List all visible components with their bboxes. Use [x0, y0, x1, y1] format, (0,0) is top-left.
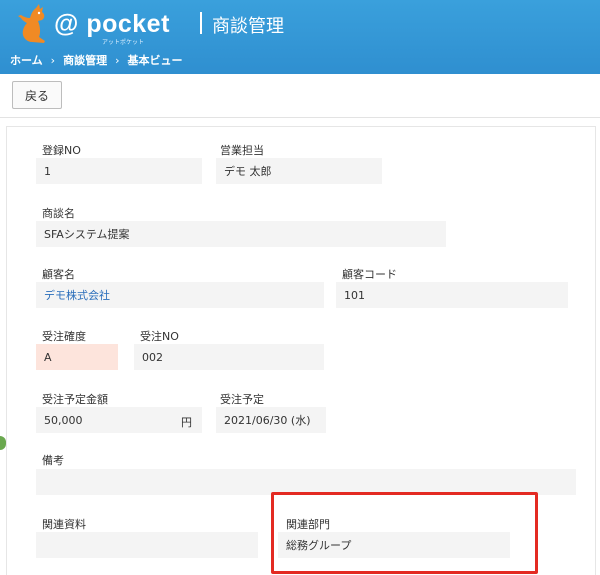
breadcrumb-deal-management[interactable]: 商談管理 [63, 52, 107, 68]
kangaroo-logo-icon [18, 4, 45, 43]
logo-text: @ pocket [54, 10, 170, 38]
breadcrumb-separator: › [115, 53, 120, 67]
registration-no-field: 1 [36, 158, 202, 184]
related-docs-field [36, 532, 258, 558]
customer-code-field: 101 [336, 282, 568, 308]
breadcrumb-separator: › [50, 53, 56, 67]
order-no-field: 002 [134, 344, 324, 370]
deal-name-field: SFAシステム提案 [36, 221, 446, 247]
customer-name-link[interactable]: デモ株式会社 [36, 282, 324, 308]
registration-no-label: 登録NO [42, 144, 81, 157]
expected-date-field: 2021/06/30 (水) [216, 407, 326, 433]
order-probability-field: A [36, 344, 118, 370]
sales-rep-label: 営業担当 [220, 144, 264, 157]
customer-code-label: 顧客コード [342, 268, 397, 281]
expected-date-label: 受注予定 [220, 393, 264, 406]
breadcrumb-home[interactable]: ホーム [10, 52, 43, 68]
toolbar: 戻る [0, 74, 600, 118]
expected-amount-label: 受注予定金額 [42, 393, 108, 406]
expected-amount-value: 50,000 [44, 413, 83, 427]
deal-name-label: 商談名 [42, 207, 75, 220]
currency-unit: 円 [181, 416, 192, 429]
header-divider [200, 12, 202, 34]
highlight-box [271, 492, 538, 574]
expected-amount-field: 50,000 円 [36, 407, 202, 433]
page-title: 商談管理 [212, 16, 284, 37]
customer-name-label: 顧客名 [42, 268, 75, 281]
breadcrumb-current: 基本ビュー [127, 54, 183, 67]
order-no-label: 受注NO [140, 330, 179, 343]
order-probability-label: 受注確度 [42, 330, 86, 343]
sales-rep-field: デモ 太郎 [216, 158, 382, 184]
back-button[interactable]: 戻る [12, 81, 62, 109]
related-docs-label: 関連資料 [42, 518, 86, 531]
remarks-label: 備考 [42, 454, 64, 467]
breadcrumb: ホーム › 商談管理 › 基本ビュー [10, 52, 182, 68]
logo-subtext: アットポケット [102, 39, 145, 46]
app-header: @ pocket アットポケット 商談管理 ホーム › 商談管理 › 基本ビュー [0, 0, 600, 74]
